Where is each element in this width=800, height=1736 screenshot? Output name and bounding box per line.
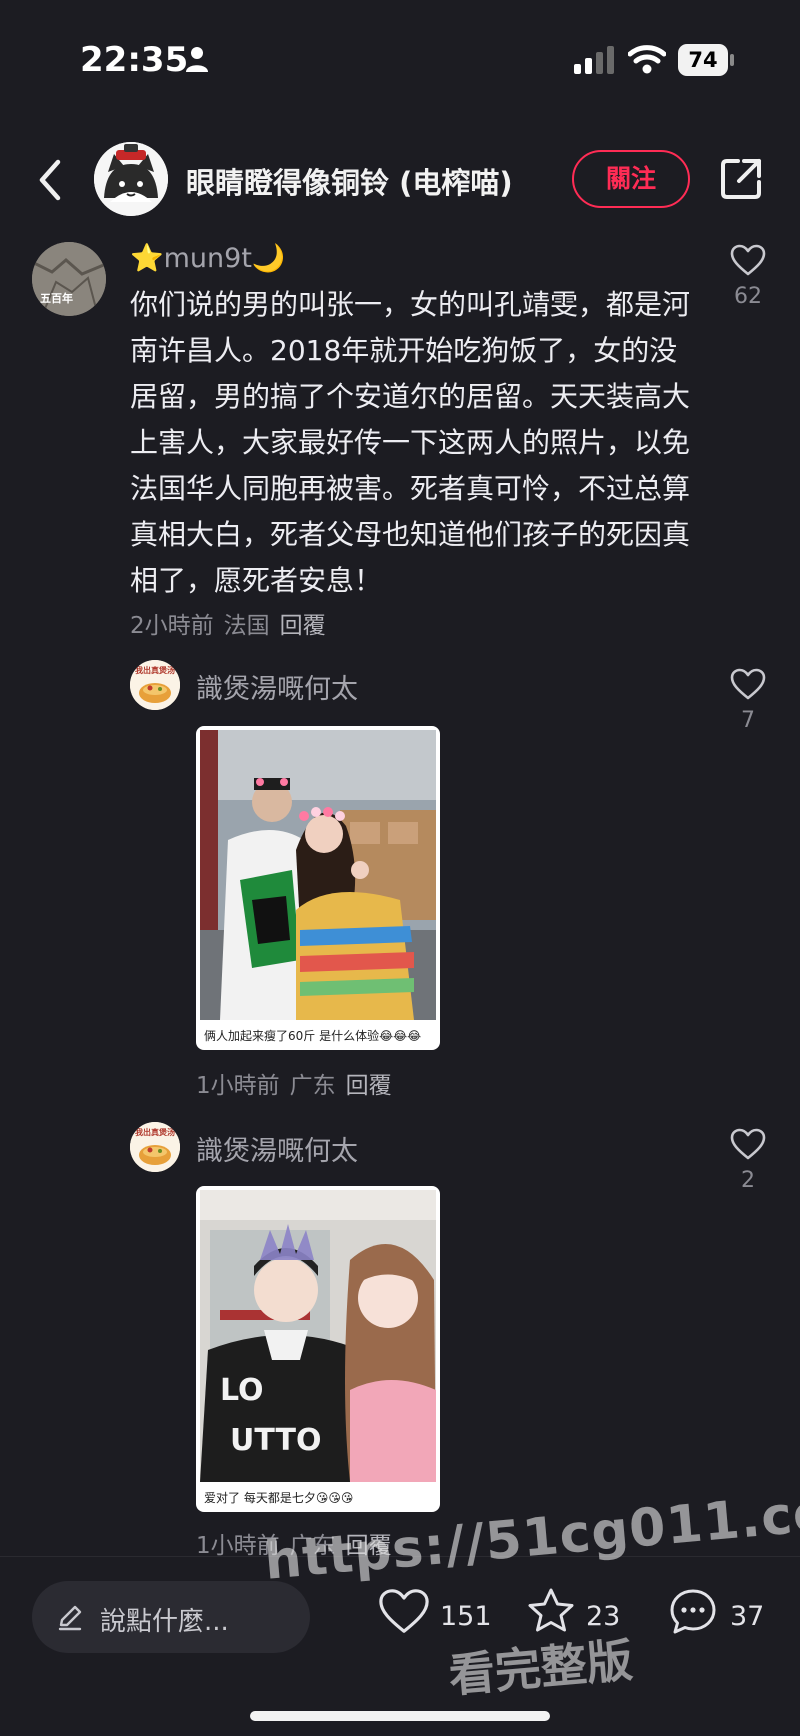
comment-action[interactable]: 37 bbox=[668, 1587, 778, 1647]
back-arrow-icon[interactable] bbox=[32, 156, 68, 204]
avatar-caption: 我出真煲汤 bbox=[135, 1128, 175, 1137]
svg-text:UTTO: UTTO bbox=[230, 1423, 321, 1458]
reply-photo[interactable]: 俩人加起来瘦了60斤 是什么体验😂😂😂 bbox=[196, 726, 440, 1050]
comment-time: 2小時前 bbox=[130, 613, 214, 639]
svg-text:LO: LO bbox=[220, 1373, 264, 1408]
commenter-name[interactable]: ⭐mun9t🌙 bbox=[130, 242, 286, 274]
moon-emoji-icon: 🌙 bbox=[251, 243, 286, 274]
bottom-action-bar: 說點什麼... 151 23 37 bbox=[0, 1556, 800, 1736]
couple-photo-image: LO UTTO bbox=[200, 1190, 436, 1482]
avatar-caption: 我出真煲汤 bbox=[135, 666, 175, 675]
heart-icon[interactable] bbox=[730, 668, 766, 700]
like-count: 62 bbox=[734, 284, 762, 309]
reply-like[interactable]: 7 bbox=[718, 668, 778, 733]
author-name[interactable]: 眼睛瞪得像铜铃 (电榨喵) bbox=[186, 160, 513, 202]
photo-caption: 俩人加起来瘦了60斤 是什么体验😂😂😂 bbox=[204, 1029, 422, 1043]
star-emoji-icon: ⭐ bbox=[130, 243, 164, 274]
screen: 22:35 74 眼睛瞪得像铜铃 (电榨喵) 關注 五百年 ⭐mun9t🌙 你们… bbox=[0, 0, 800, 1736]
heart-icon bbox=[379, 1589, 429, 1633]
avatar-caption: 五百年 bbox=[40, 292, 73, 305]
comment-location: 法国 bbox=[223, 613, 270, 639]
share-icon[interactable] bbox=[718, 156, 764, 202]
comment-input[interactable]: 說點什麼... bbox=[32, 1581, 310, 1653]
replier-name[interactable]: 識煲湯嘅何太 bbox=[196, 1129, 358, 1168]
star-icon bbox=[528, 1588, 574, 1632]
status-bar: 22:35 74 bbox=[0, 36, 800, 86]
battery-indicator: 74 bbox=[678, 44, 734, 76]
like-count: 2 bbox=[741, 1168, 755, 1193]
comment-bubble-icon bbox=[670, 1589, 716, 1634]
commenter-name-text: mun9t bbox=[163, 243, 252, 274]
person-icon bbox=[186, 47, 208, 72]
reply-meta: 1小時前 广东 回覆 bbox=[196, 1066, 402, 1100]
couple-photo-image bbox=[200, 730, 436, 1020]
comment-input-placeholder: 說點什麼... bbox=[100, 1607, 229, 1637]
replier-avatar[interactable]: 我出真煲汤 bbox=[130, 660, 180, 710]
wifi-icon bbox=[628, 45, 666, 74]
reply-button[interactable]: 回覆 bbox=[280, 613, 326, 639]
commenter-avatar[interactable]: 五百年 bbox=[32, 242, 106, 316]
cat-avatar-icon bbox=[94, 142, 168, 216]
like-total: 151 bbox=[440, 1601, 492, 1632]
follow-button[interactable]: 關注 bbox=[572, 150, 690, 208]
replier-avatar[interactable]: 我出真煲汤 bbox=[130, 1122, 180, 1172]
reply-button[interactable]: 回覆 bbox=[346, 1073, 392, 1099]
comment-total: 37 bbox=[730, 1601, 765, 1632]
author-avatar[interactable] bbox=[94, 142, 168, 216]
home-indicator[interactable] bbox=[250, 1711, 550, 1721]
comment-meta: 2小時前 法国 回覆 bbox=[130, 606, 336, 640]
battery-level: 74 bbox=[678, 44, 728, 76]
signal-icon bbox=[574, 46, 614, 74]
comment-like[interactable]: 62 bbox=[718, 244, 778, 309]
reply-photo[interactable]: LO UTTO 爱对了 每天都是七夕😘😘😘 bbox=[196, 1186, 440, 1512]
battery-tip bbox=[730, 54, 734, 66]
status-time: 22:35 bbox=[80, 40, 189, 80]
comment-body: 你们说的男的叫张一，女的叫孔靖雯，都是河南许昌人。2018年就开始吃狗饭了，女的… bbox=[130, 288, 691, 597]
reply-time: 1小時前 bbox=[196, 1073, 280, 1099]
photo-caption: 爱对了 每天都是七夕😘😘😘 bbox=[204, 1491, 354, 1505]
like-count: 7 bbox=[741, 708, 755, 733]
reply-location: 广东 bbox=[289, 1073, 336, 1099]
heart-icon[interactable] bbox=[730, 244, 766, 276]
post-header: 眼睛瞪得像铜铃 (电榨喵) 關注 bbox=[0, 136, 800, 226]
replier-name[interactable]: 識煲湯嘅何太 bbox=[196, 667, 358, 706]
reply-like[interactable]: 2 bbox=[718, 1128, 778, 1193]
heart-icon[interactable] bbox=[730, 1128, 766, 1160]
pencil-icon bbox=[58, 1605, 82, 1631]
